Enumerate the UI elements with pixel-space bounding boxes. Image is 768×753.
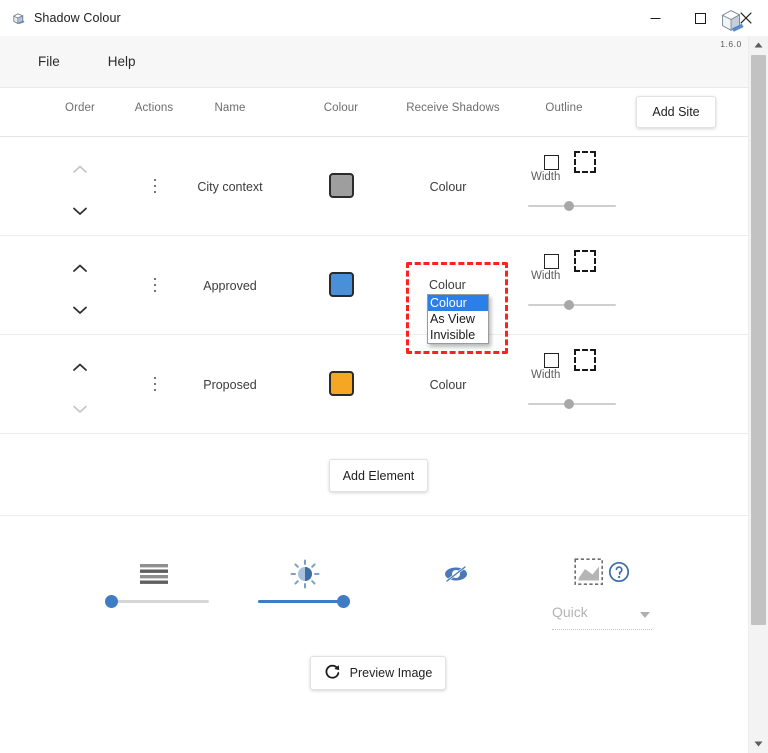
app-window: Shadow Colour File Help 1.6.0 Order (0, 0, 768, 753)
refresh-icon (324, 663, 341, 683)
receive-shadows-value[interactable]: Colour (393, 378, 503, 392)
element-name: Approved (170, 279, 290, 293)
eye-off-icon[interactable] (440, 560, 472, 588)
move-up-button[interactable] (67, 157, 93, 181)
scroll-up-icon[interactable] (749, 36, 768, 54)
order-controls (58, 256, 102, 322)
chevron-down-icon[interactable] (640, 612, 650, 618)
move-down-button[interactable] (67, 397, 93, 421)
actions-menu-button[interactable] (145, 371, 165, 397)
outline-solid-icon[interactable] (544, 353, 559, 368)
menu-item-file[interactable]: File (28, 48, 70, 75)
dropdown-option-list: Colour As View Invisible (427, 294, 489, 344)
density-slider[interactable] (105, 593, 209, 609)
table-row: Proposed Colour Width (0, 335, 748, 434)
vertical-scrollbar[interactable] (748, 36, 768, 753)
outline-dashed-icon[interactable] (574, 349, 596, 371)
actions-menu-button[interactable] (145, 272, 165, 298)
minimize-icon[interactable] (633, 0, 678, 36)
receive-shadows-dropdown[interactable]: Colour Colour As View Invisible (427, 277, 489, 344)
slider-thumb[interactable] (337, 595, 350, 608)
slider-thumb[interactable] (564, 399, 574, 409)
move-up-button[interactable] (67, 256, 93, 280)
stripes-icon[interactable] (138, 560, 170, 590)
quality-select[interactable]: Quick (552, 604, 652, 630)
preview-image-button[interactable]: Preview Image (310, 656, 446, 690)
column-header-colour: Colour (305, 102, 377, 114)
brightness-slider[interactable] (258, 593, 350, 609)
column-header-name: Name (194, 102, 266, 114)
cube-icon (10, 10, 26, 26)
scroll-down-icon[interactable] (749, 735, 768, 753)
receive-shadows-value[interactable]: Colour (393, 180, 503, 194)
outline-width-slider[interactable] (528, 298, 616, 312)
window-title: Shadow Colour (34, 11, 121, 25)
help-circle-icon[interactable] (607, 560, 631, 584)
image-crop-icon[interactable] (573, 556, 605, 588)
dropdown-option-as-view[interactable]: As View (428, 311, 488, 327)
order-controls (58, 157, 102, 223)
sun-brightness-icon[interactable] (289, 558, 321, 590)
preview-image-label: Preview Image (350, 666, 433, 680)
move-up-button[interactable] (67, 355, 93, 379)
column-header-actions: Actions (118, 102, 190, 114)
colour-swatch[interactable] (329, 173, 354, 198)
dropdown-option-colour[interactable]: Colour (428, 295, 488, 311)
colour-swatch[interactable] (329, 371, 354, 396)
column-header-outline: Outline (528, 102, 600, 114)
slider-thumb[interactable] (564, 300, 574, 310)
outline-width-slider[interactable] (528, 397, 616, 411)
column-header-order: Order (44, 102, 116, 114)
outline-solid-icon[interactable] (544, 254, 559, 269)
element-name: City context (170, 180, 290, 194)
column-header-receive-shadows: Receive Shadows (393, 102, 513, 114)
move-down-button[interactable] (67, 298, 93, 322)
quality-select-value: Quick (552, 604, 588, 620)
colour-swatch[interactable] (329, 272, 354, 297)
menu-bar: File Help (0, 36, 748, 88)
move-down-button[interactable] (67, 199, 93, 223)
scrollbar-thumb[interactable] (751, 55, 766, 625)
title-bar: Shadow Colour (0, 0, 768, 37)
table-row: City context Colour Width (0, 137, 748, 236)
outline-dashed-icon[interactable] (574, 151, 596, 173)
slider-thumb[interactable] (564, 201, 574, 211)
order-controls (58, 355, 102, 421)
dropdown-option-invisible[interactable]: Invisible (428, 327, 488, 343)
add-element-button[interactable]: Add Element (329, 459, 428, 492)
cube-logo-icon (716, 5, 746, 35)
outline-dashed-icon[interactable] (574, 250, 596, 272)
slider-track (105, 600, 209, 603)
outline-width-slider[interactable] (528, 199, 616, 213)
slider-thumb[interactable] (105, 595, 118, 608)
outline-solid-icon[interactable] (544, 155, 559, 170)
add-site-button[interactable]: Add Site (636, 96, 716, 128)
dropdown-current-value[interactable]: Colour (427, 277, 489, 293)
tool-panel (0, 516, 748, 753)
outline-width-label: Width (531, 369, 560, 381)
select-underline (552, 629, 652, 630)
element-name: Proposed (170, 378, 290, 392)
actions-menu-button[interactable] (145, 173, 165, 199)
table-row: Approved Width (0, 236, 748, 335)
outline-width-label: Width (531, 171, 560, 183)
outline-width-label: Width (531, 270, 560, 282)
menu-item-help[interactable]: Help (98, 48, 146, 75)
